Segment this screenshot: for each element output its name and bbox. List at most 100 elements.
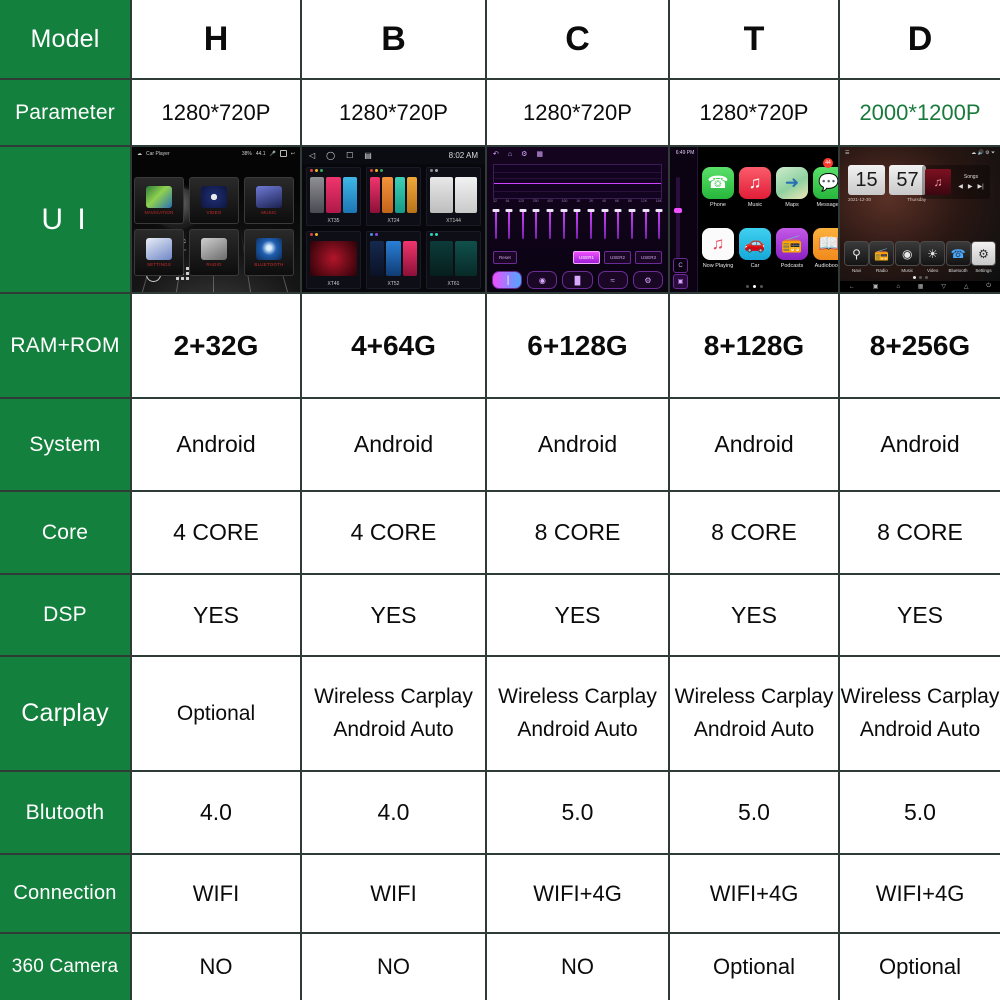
carplay-app[interactable]: ➜ Maps [776,160,808,216]
camera-360-t: Optional [668,934,838,1000]
carplay-app[interactable]: ♫ Now Playing [702,221,734,277]
eq-slider[interactable] [519,205,527,249]
h-app-tile[interactable]: BLUETOOTH [244,229,294,276]
back-icon[interactable]: ↶ [493,150,499,158]
eq-slider[interactable] [601,205,609,249]
d-app[interactable]: 📻 Radio [869,241,895,273]
d-app[interactable]: ◉ Music [894,241,920,273]
t-volume-slider[interactable] [674,177,682,258]
carplay-app[interactable]: 📖 Audiobooks [813,221,838,277]
back-icon[interactable]: ← [849,284,855,290]
tab-settings[interactable]: ⚙ [632,271,664,289]
h-app-tile[interactable]: NAVIGATION [134,177,184,224]
h-app-tile[interactable]: RADIO [189,229,239,276]
apps-icon[interactable]: ▤ [364,151,372,160]
carplay-app[interactable]: 44 💬 Messages [813,158,838,216]
mic-icon[interactable]: 🎤 [270,151,276,157]
h-app-tile[interactable]: SETTINGS [134,229,184,276]
eq-slider[interactable] [532,205,540,249]
carplay-app[interactable]: 📻 Podcasts [776,221,808,277]
eq-slider[interactable] [655,205,663,249]
camera-360-c: NO [485,934,668,1000]
power-icon[interactable]: ⏻ [986,283,991,290]
eq-slider[interactable] [573,205,581,249]
carplay-b-line2: Android Auto [333,717,454,741]
tab-sound-field[interactable]: ≈ [597,271,628,289]
prev-track-icon[interactable]: ◀ [958,183,963,190]
carplay-app[interactable]: ♫ Music [739,160,771,216]
tab-bass[interactable]: █ [562,271,593,289]
bluetooth-h: 4.0 [130,772,300,853]
theme-card[interactable]: XT144 [426,167,481,226]
film-icon: ☀ [920,241,946,266]
volume-down-icon[interactable]: ▽ [941,283,946,290]
dsp-h: YES [130,575,300,655]
eq-slider[interactable] [505,205,513,249]
back-icon[interactable]: ◁ [309,151,315,160]
carplay-app[interactable]: ☎ Phone [702,160,734,216]
theme-card[interactable]: XT52 [366,230,421,289]
eq-slider[interactable] [587,205,595,249]
d-app-label: Music [901,268,914,273]
eq-slider[interactable] [560,205,568,249]
d-clock-widget[interactable]: 15 57 2021-12-30 Thursday [848,165,926,202]
camera-360-d: Optional [838,934,1000,1000]
h-status-bar: ☁ Car Player 38% 44.1 🎤 ↩ [132,147,300,160]
tab-eq[interactable]: ⎟ [492,271,523,289]
next-track-icon[interactable]: ▶| [978,183,984,190]
home-icon[interactable]: ⌂ [508,151,512,158]
t-sidebar: 6:49 PM C ▣ [670,147,698,292]
d-status-bar: ☰ ☁ 🔊 ⚙ ⏷ [840,147,1000,159]
recents-icon[interactable]: ▣ [873,283,879,290]
row-label-carplay: Carplay [0,657,130,770]
h-app-tile[interactable]: VIDEO [189,177,239,224]
theme-card[interactable]: XT46 [306,230,361,289]
carplay-app-label: Music [747,202,763,209]
home-icon[interactable]: ⌂ [896,284,900,290]
eq-slider[interactable] [628,205,636,249]
theme-card[interactable]: XT61 [426,230,481,289]
volume-up-icon[interactable]: △ [964,283,969,290]
parameter-h: 1280*720P [130,80,300,145]
settings-icon[interactable]: ⚙ [521,150,527,158]
recents-icon[interactable]: ☐ [346,151,353,160]
reset-button[interactable]: Reset [493,251,517,264]
b-dots [430,232,438,236]
home-icon[interactable]: ◯ [326,151,335,160]
c-band-label: 6K [614,199,620,203]
h-app-tile[interactable]: MUSIC [244,177,294,224]
play-icon[interactable]: ▶ [968,183,973,190]
row-label-360-camera: 360 Camera [0,934,130,1000]
d-app[interactable]: ⚲ Navi [844,241,869,273]
camera-360-h: NO [130,934,300,1000]
d-app-row: ⚲ Navi 📻 Radio ◉ Music ☀ Video ☎ Bluetoo… [844,241,996,273]
apps-icon[interactable]: ▦ [918,283,924,290]
d-music-widget[interactable]: ♫ Songs ◀ ▶ ▶| [922,165,990,199]
theme-card[interactable]: XT24 [366,167,421,226]
d-app[interactable]: ☎ Bluetooth [945,241,971,273]
preset-user1-button[interactable]: USER1 [572,251,600,264]
preset-user2-button[interactable]: USER2 [603,251,631,264]
preset-user3-button[interactable]: USER3 [634,251,662,264]
parameter-t: 1280*720P [668,80,838,145]
eq-slider[interactable] [614,205,622,249]
carplay-app[interactable]: 🚗 Car [739,221,771,277]
ui-screenshot-b: ◁ ◯ ☐ ▤ 8:02 AM XT35 XT24 XT144 XT46 XT5… [300,147,485,292]
d-app[interactable]: ⚙ Settings [970,241,996,273]
tab-balance[interactable]: ◉ [527,271,558,289]
d-app-label: Video [926,268,939,273]
eq-slider[interactable] [546,205,554,249]
d-app[interactable]: ☀ Video [920,241,946,273]
t-carplay-icon[interactable]: C [673,258,688,273]
b-dots [310,169,323,172]
theme-thumb [370,240,417,276]
back-icon[interactable]: ↩ [291,151,295,157]
model-t: T [668,0,838,78]
radio-icon: 📻 [869,241,895,266]
theme-thumb [310,177,357,213]
dsp-b: YES [300,575,485,655]
eq-slider[interactable] [492,205,499,249]
apps-icon[interactable]: ▦ [536,150,543,158]
eq-slider[interactable] [642,205,650,249]
theme-card[interactable]: XT35 [306,167,361,226]
